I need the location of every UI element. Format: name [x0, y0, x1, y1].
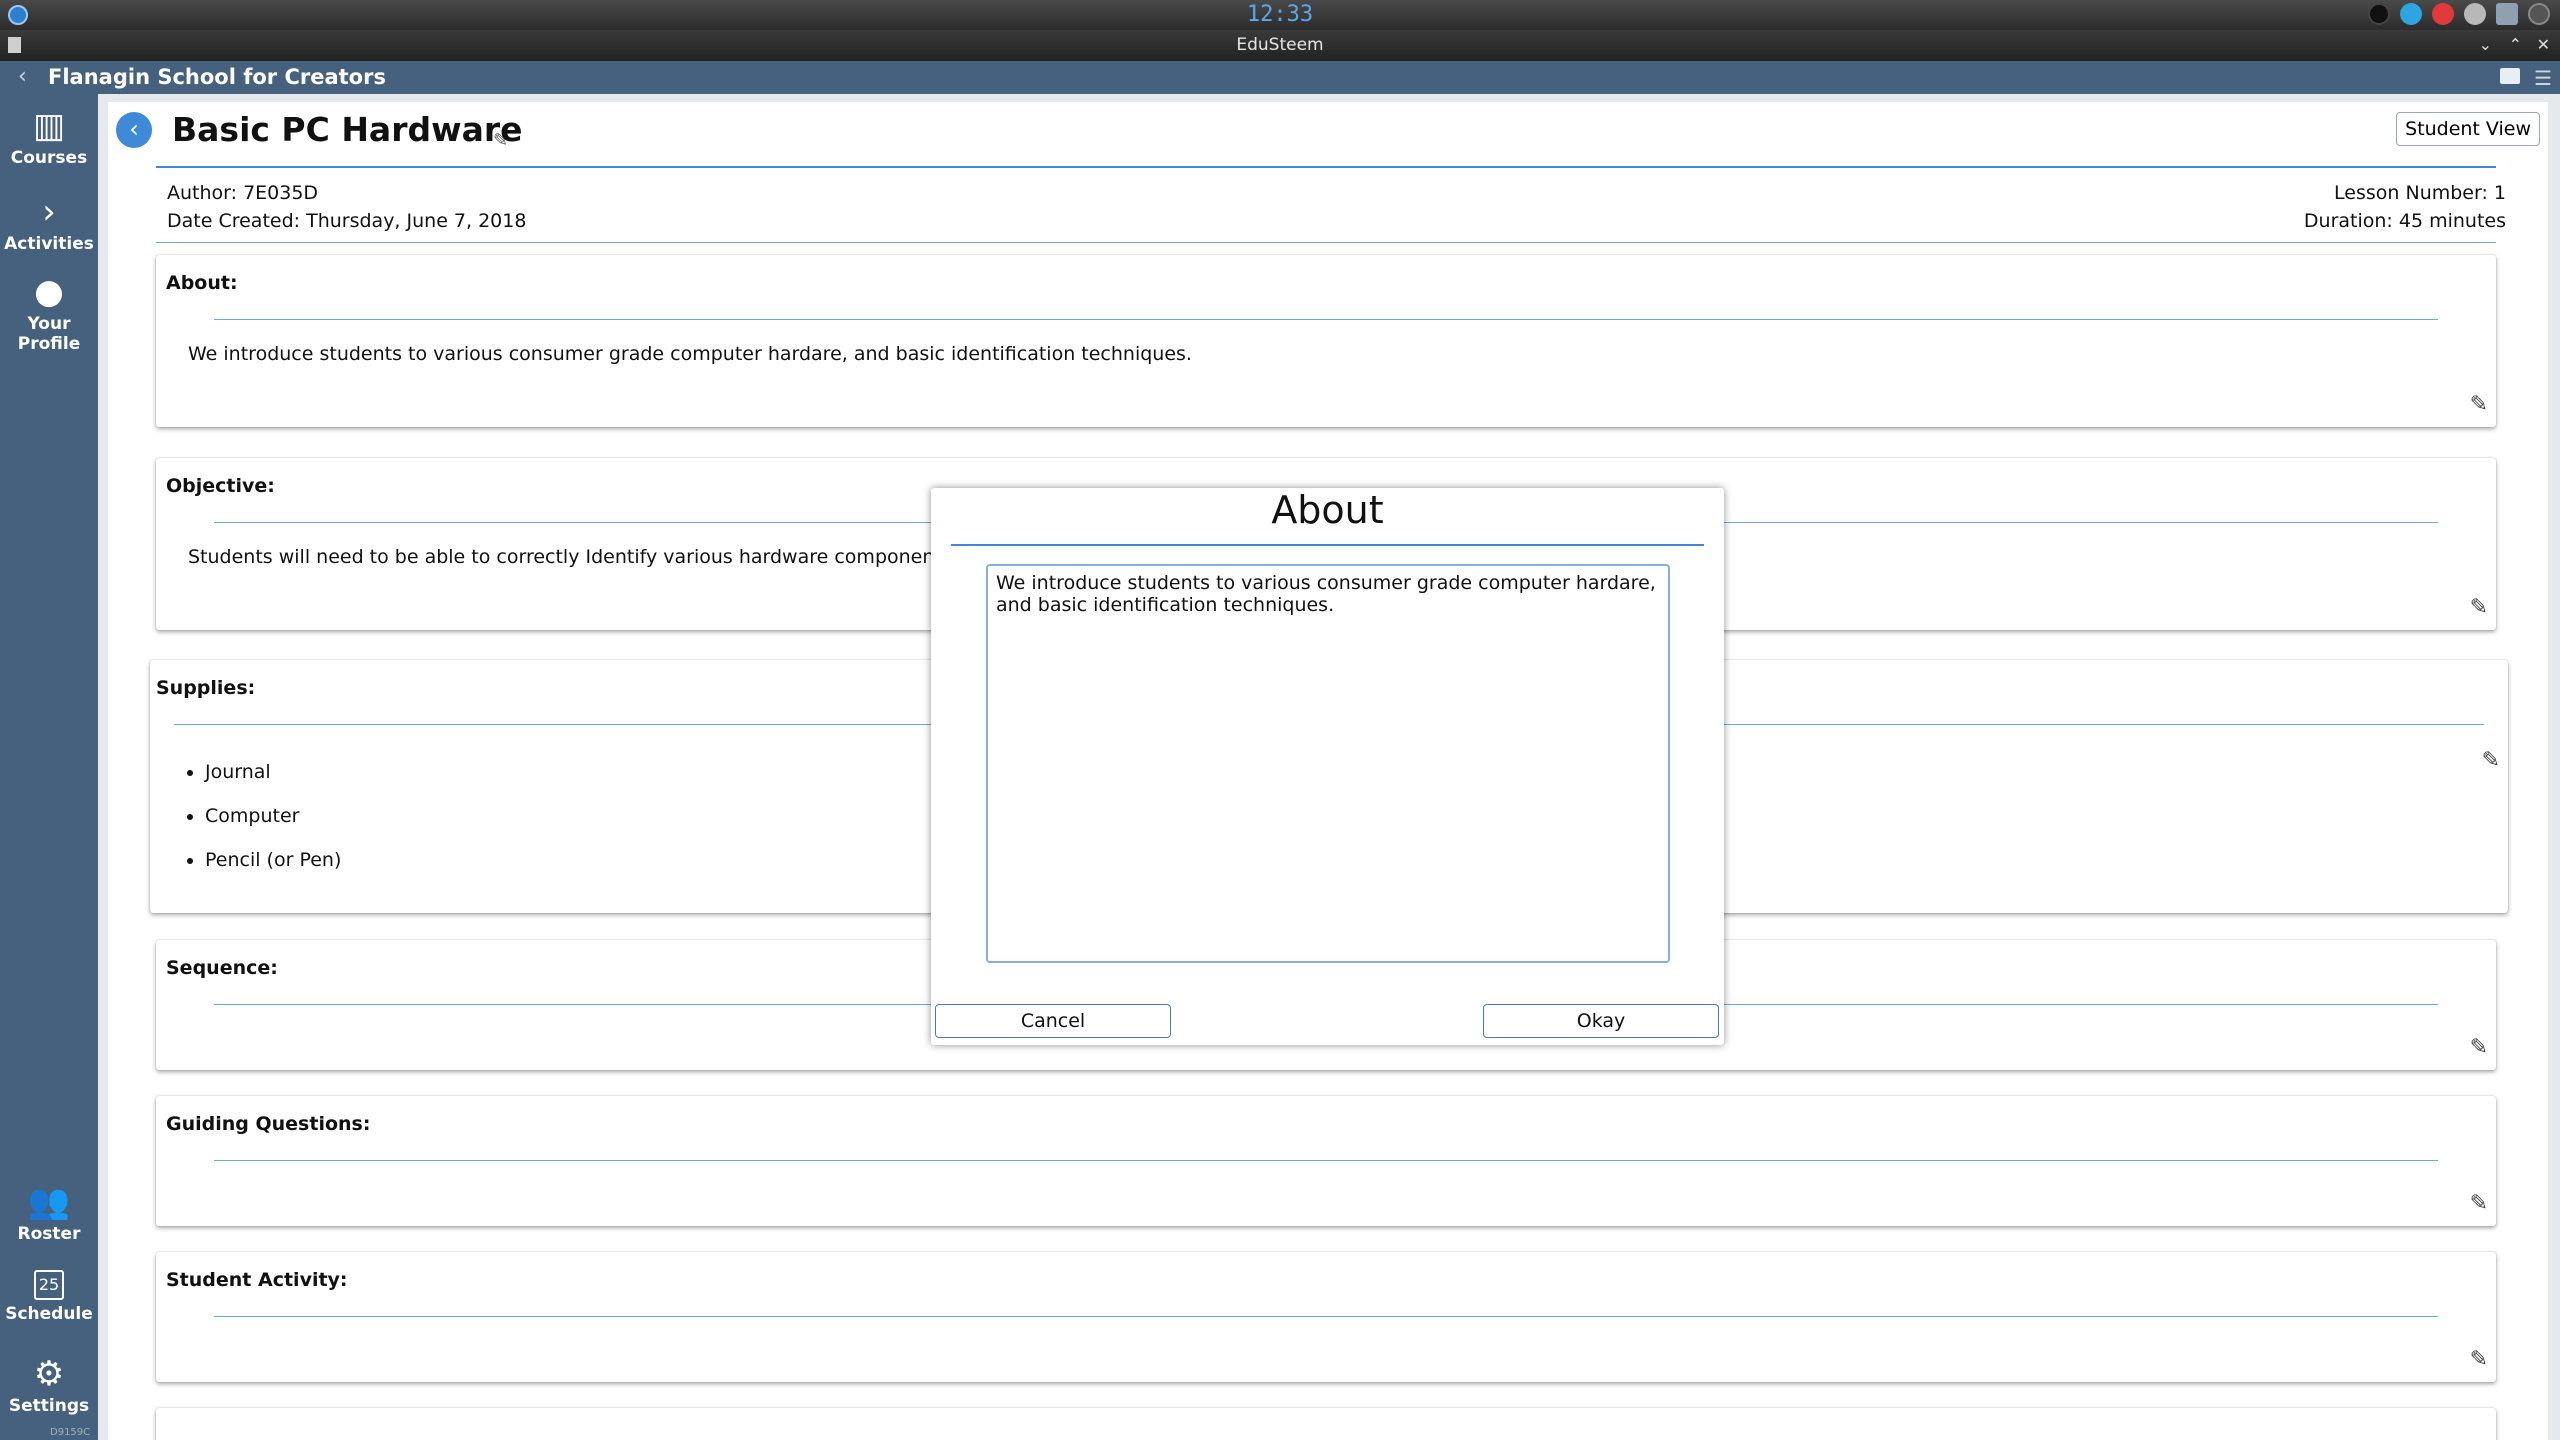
edit-pencil-icon[interactable]: ✎: [2470, 392, 2488, 417]
alert-icon[interactable]: [2432, 3, 2454, 25]
people-icon: 👥: [27, 1182, 71, 1222]
tray-app-icon[interactable]: [2368, 3, 2390, 25]
calendar-icon: 25: [34, 1270, 64, 1300]
supplies-list: Journal Computer Pencil (or Pen): [205, 750, 341, 882]
telegram-icon[interactable]: [2400, 3, 2422, 25]
section-divider: [214, 1316, 2438, 1317]
sidebar-item-profile[interactable]: ● Your Profile: [0, 274, 98, 354]
edit-title-icon[interactable]: ✎: [493, 130, 508, 151]
sidebar-item-schedule[interactable]: 25 Schedule: [0, 1270, 98, 1324]
student-activity-section: Student Activity: ✎: [156, 1252, 2496, 1382]
lesson-number-text: Lesson Number: 1: [2334, 182, 2506, 204]
sidebar: ▥ Courses › Activities ● Your Profile 👥 …: [0, 94, 98, 1440]
dialog-divider: [951, 544, 1704, 546]
menu-icon[interactable]: ☰: [2534, 66, 2552, 90]
sidebar-item-label: Roster: [17, 1224, 81, 1244]
edit-pencil-icon[interactable]: ✎: [2470, 1191, 2488, 1216]
edit-pencil-icon[interactable]: ✎: [2470, 1347, 2488, 1372]
sidebar-item-label: Schedule: [5, 1304, 93, 1324]
back-chevron-icon[interactable]: ‹: [18, 64, 27, 89]
dialog-title: About: [1271, 488, 1384, 532]
meta-divider: [156, 242, 2496, 243]
school-name: Flanagin School for Creators: [48, 65, 386, 89]
app-header: ‹ Flanagin School for Creators ☰: [0, 61, 2560, 94]
book-icon: ▥: [32, 106, 66, 146]
section-text: Students will need to be able to correct…: [188, 546, 970, 568]
chevron-right-icon: ›: [42, 192, 56, 232]
section-divider: [214, 1160, 2438, 1161]
window-title-bar: EduSteem ⌄ ⌃ ✕: [0, 30, 2560, 61]
power-icon[interactable]: [2528, 3, 2550, 25]
section-text: We introduce students to various consume…: [188, 343, 1192, 365]
system-tray: [2368, 3, 2550, 25]
student-view-button[interactable]: Student View: [2396, 112, 2540, 146]
duration-text: Duration: 45 minutes: [2303, 210, 2506, 232]
system-clock: 12:33: [1246, 2, 1314, 27]
gear-icon: ⚙: [33, 1354, 65, 1394]
window-title: EduSteem: [1236, 35, 1324, 55]
list-item: Computer: [205, 794, 341, 838]
title-divider: [156, 166, 2496, 168]
clipboard-icon[interactable]: [2496, 3, 2518, 25]
sidebar-item-label: Courses: [10, 148, 88, 168]
about-dialog: About We introduce students to various c…: [931, 488, 1724, 1045]
chat-icon[interactable]: [2500, 68, 2520, 84]
close-icon[interactable]: ✕: [2537, 35, 2550, 54]
section-label: Supplies:: [156, 677, 256, 699]
date-created-text: Date Created: Thursday, June 7, 2018: [167, 210, 527, 232]
sidebar-item-courses[interactable]: ▥ Courses: [0, 108, 98, 168]
back-button[interactable]: ‹: [116, 112, 152, 148]
page-title: Basic PC Hardware: [172, 110, 523, 149]
guiding-questions-section: Guiding Questions: ✎: [156, 1096, 2496, 1226]
section-label: About:: [166, 272, 238, 294]
version-label: D9159C: [50, 1427, 91, 1438]
edit-pencil-icon[interactable]: ✎: [2482, 748, 2500, 773]
list-item: Journal: [205, 750, 341, 794]
chevron-left-icon: ‹: [129, 115, 139, 143]
edit-pencil-icon[interactable]: ✎: [2470, 595, 2488, 620]
sidebar-item-label: Settings: [8, 1396, 90, 1416]
edit-pencil-icon[interactable]: ✎: [2470, 1035, 2488, 1060]
minimize-icon[interactable]: ⌄: [2479, 35, 2492, 54]
system-top-bar: 12:33: [0, 0, 2560, 30]
about-section: About: We introduce students to various …: [156, 255, 2496, 427]
section-label: Guiding Questions:: [166, 1113, 371, 1135]
next-section: [156, 1408, 2496, 1440]
sidebar-item-label: Activities: [4, 234, 94, 254]
sidebar-item-settings[interactable]: ⚙ Settings: [0, 1356, 98, 1416]
section-label: Sequence:: [166, 957, 278, 979]
person-icon: ●: [34, 272, 64, 312]
steam-icon[interactable]: [2464, 3, 2486, 25]
sidebar-item-label: Your Profile: [17, 314, 81, 354]
section-label: Objective:: [166, 475, 275, 497]
list-item: Pencil (or Pen): [205, 838, 341, 882]
sidebar-item-activities[interactable]: › Activities: [0, 194, 98, 254]
author-text: Author: 7E035D: [167, 182, 319, 204]
section-divider: [214, 319, 2438, 320]
cancel-button[interactable]: Cancel: [935, 1004, 1171, 1038]
sidebar-item-roster[interactable]: 👥 Roster: [0, 1184, 98, 1244]
okay-button[interactable]: Okay: [1483, 1004, 1719, 1038]
about-text-editor[interactable]: We introduce students to various consume…: [986, 564, 1670, 963]
section-label: Student Activity:: [166, 1269, 348, 1291]
maximize-icon[interactable]: ⌃: [2509, 35, 2522, 54]
